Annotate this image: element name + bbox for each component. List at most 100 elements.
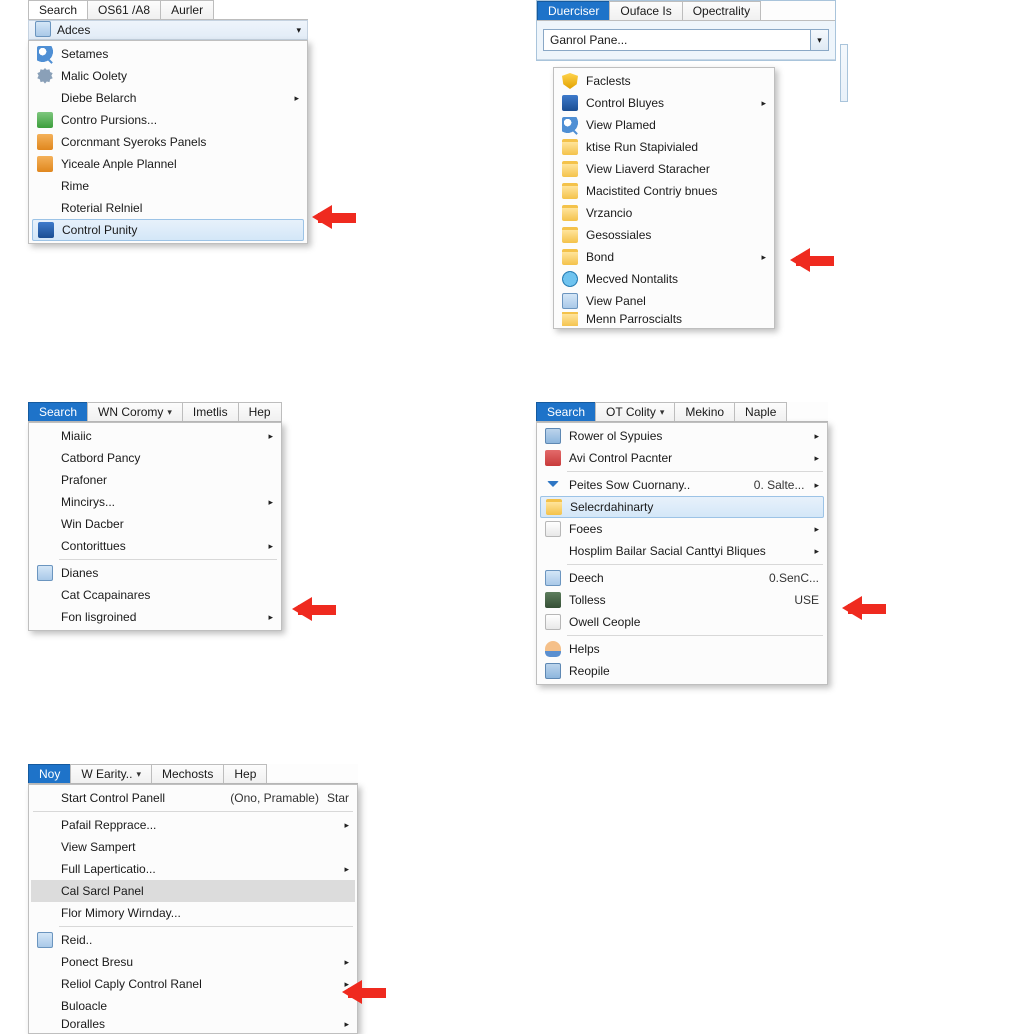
chevron-down-icon[interactable]: ▾ bbox=[810, 30, 828, 50]
menu-item[interactable]: Catbord Pancy bbox=[31, 447, 279, 469]
submenu-arrow-icon: ▸ bbox=[814, 524, 819, 535]
panel1-tab-2[interactable]: Aurler bbox=[160, 0, 214, 19]
panel4-tab-3[interactable]: Naple bbox=[734, 402, 787, 421]
menu-item[interactable]: Bond▸ bbox=[556, 246, 772, 268]
panel4-tab-2[interactable]: Mekino bbox=[674, 402, 735, 421]
menu-item[interactable]: Setames bbox=[31, 43, 305, 65]
panel3-tab-row: Search WN Coromy▾ Imetlis Hep bbox=[28, 402, 282, 422]
blank-icon bbox=[35, 428, 55, 444]
menu-item[interactable]: Helps bbox=[539, 638, 825, 660]
menu-item[interactable]: Reid.. bbox=[31, 929, 355, 951]
menu-item[interactable]: Yiceale Anple Plannel bbox=[31, 153, 305, 175]
menu-item[interactable]: Malic Oolety bbox=[31, 65, 305, 87]
panel5-tab-3[interactable]: Hep bbox=[223, 764, 267, 783]
folder-icon bbox=[560, 249, 580, 265]
menu-item[interactable]: Ponect Bresu▸ bbox=[31, 951, 355, 973]
folder-icon bbox=[35, 21, 51, 40]
panel5-tab-2[interactable]: Mechosts bbox=[151, 764, 224, 783]
panel2-tab-0[interactable]: Duerciser bbox=[537, 1, 610, 20]
menu-item[interactable]: Reliol Caply Control Ranel▸ bbox=[31, 973, 355, 995]
menu-item[interactable]: Dianes bbox=[31, 562, 279, 584]
panel1-tab-1[interactable]: OS61 /A8 bbox=[87, 0, 161, 19]
panel-icon bbox=[543, 570, 563, 586]
menu-item[interactable]: Flor Mimory Wirnday... bbox=[31, 902, 355, 924]
panel4-tab-0[interactable]: Search bbox=[536, 402, 596, 421]
menu-item[interactable]: Cal Sarcl Panel bbox=[31, 880, 355, 902]
submenu-arrow-icon: ▸ bbox=[268, 431, 273, 442]
blank-icon bbox=[543, 543, 563, 559]
panel4-tab-1[interactable]: OT Colity▾ bbox=[595, 402, 675, 421]
panel2-address-combo[interactable]: Ganrol Pane... ▾ bbox=[543, 29, 829, 51]
panel3-tab-3[interactable]: Hep bbox=[238, 402, 282, 421]
menu-item[interactable]: Faclests bbox=[556, 70, 772, 92]
menu-item-label: Doralles bbox=[61, 1017, 334, 1031]
menu-item-label: Rower ol Sypuies bbox=[569, 429, 804, 443]
menu-item[interactable]: Foees ▸ bbox=[539, 518, 825, 540]
panel2-tab-1[interactable]: Ouface Is bbox=[609, 1, 682, 20]
blank-icon bbox=[35, 790, 55, 806]
menu-item[interactable]: Miaiic ▸ bbox=[31, 425, 279, 447]
menu-item[interactable]: Buloacle bbox=[31, 995, 355, 1017]
menu-item[interactable]: Mincirys...▸ bbox=[31, 491, 279, 513]
submenu-arrow-icon: ▸ bbox=[761, 252, 766, 263]
menu-item[interactable]: Pafail Repprace...▸ bbox=[31, 814, 355, 836]
menu-item[interactable]: Control Punity bbox=[32, 219, 304, 241]
blank-icon bbox=[35, 178, 55, 194]
menu-item[interactable]: Roterial Relniel bbox=[31, 197, 305, 219]
menu-item[interactable]: View Sampert bbox=[31, 836, 355, 858]
blank-icon bbox=[35, 450, 55, 466]
panel5-title-row[interactable]: Start Control Panell(Ono, Pramable)Star bbox=[31, 787, 355, 809]
menu-item[interactable]: Control Bluyes▸ bbox=[556, 92, 772, 114]
menu-item[interactable]: View Plamed bbox=[556, 114, 772, 136]
menu-item[interactable]: Doralles▸ bbox=[31, 1017, 355, 1031]
menu-item[interactable]: TollessUSE bbox=[539, 589, 825, 611]
menu-item[interactable]: Peites Sow Cuornany..0. Salte...▸ bbox=[539, 474, 825, 496]
menu-item[interactable]: Gesossiales bbox=[556, 224, 772, 246]
menu-item[interactable]: Hosplim Bailar Sacial Canttyi Bliques▸ bbox=[539, 540, 825, 562]
menu-item-label: Foees bbox=[569, 522, 804, 536]
menu-item-label: Prafoner bbox=[61, 473, 273, 487]
menu-item-label: Miaiic bbox=[61, 429, 258, 443]
menu-item[interactable]: Owell Ceople bbox=[539, 611, 825, 633]
menu-item[interactable]: Menn Parroscialts bbox=[556, 312, 772, 326]
menu-item[interactable]: Selecrdahinarty bbox=[540, 496, 824, 518]
menu-item[interactable]: Full Laperticatio...▸ bbox=[31, 858, 355, 880]
panel3-tab-0[interactable]: Search bbox=[28, 402, 88, 421]
panel2-tab-2[interactable]: Opectrality bbox=[682, 1, 761, 20]
menu-item[interactable]: Win Dacber bbox=[31, 513, 279, 535]
menu-item[interactable]: Diebe Belarch▸ bbox=[31, 87, 305, 109]
menu-item[interactable]: Avi Control Pacnter▸ bbox=[539, 447, 825, 469]
menu-item[interactable]: Deech0.SenC... bbox=[539, 567, 825, 589]
doc-icon bbox=[543, 614, 563, 630]
panel5-tab-1[interactable]: W Earity..▾ bbox=[70, 764, 152, 783]
panel3-tab-1[interactable]: WN Coromy▾ bbox=[87, 402, 183, 421]
menu-item[interactable]: Contorittues▸ bbox=[31, 535, 279, 557]
menu-item[interactable]: Vrzancio bbox=[556, 202, 772, 224]
menu-item[interactable]: Corcnmant Syeroks Panels bbox=[31, 131, 305, 153]
folder-icon bbox=[560, 312, 580, 326]
panel1-tab-0[interactable]: Search bbox=[28, 0, 88, 19]
menu-item[interactable]: Prafoner bbox=[31, 469, 279, 491]
submenu-arrow-icon: ▸ bbox=[344, 979, 349, 990]
menu-item[interactable]: View Liaverd Staracher bbox=[556, 158, 772, 180]
panel1-subbar[interactable]: Adces ▾ bbox=[28, 20, 308, 40]
menu-item[interactable]: Cat Ccapainares bbox=[31, 584, 279, 606]
menu-item-label: Catbord Pancy bbox=[61, 451, 273, 465]
menu-item[interactable]: Mecved Nontalits bbox=[556, 268, 772, 290]
menu-item[interactable]: Macistited Contriy bnues bbox=[556, 180, 772, 202]
menu-item[interactable]: View Panel bbox=[556, 290, 772, 312]
menu-item-label: Diebe Belarch bbox=[61, 91, 284, 105]
panel3-tab-2[interactable]: Imetlis bbox=[182, 402, 239, 421]
menu-item[interactable]: Contro Pursions... bbox=[31, 109, 305, 131]
folder-icon bbox=[560, 205, 580, 221]
panel5-tab-0[interactable]: Noy bbox=[28, 764, 71, 783]
menu-item[interactable]: Rime bbox=[31, 175, 305, 197]
folder-icon bbox=[560, 161, 580, 177]
blank-icon bbox=[35, 954, 55, 970]
menu-item[interactable]: ktise Run Stapivialed bbox=[556, 136, 772, 158]
menu-item[interactable]: Reopile bbox=[539, 660, 825, 682]
menu-item-label: Mecved Nontalits bbox=[586, 272, 766, 286]
menu-item-label: ktise Run Stapivialed bbox=[586, 140, 766, 154]
menu-item[interactable]: Rower ol Sypuies▸ bbox=[539, 425, 825, 447]
menu-item[interactable]: Fon lisgroined▸ bbox=[31, 606, 279, 628]
